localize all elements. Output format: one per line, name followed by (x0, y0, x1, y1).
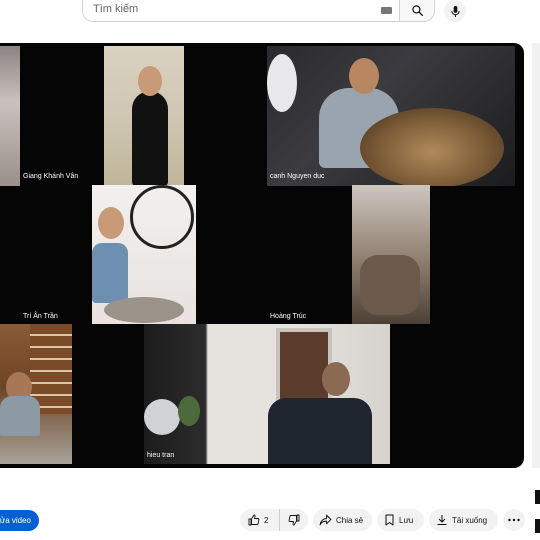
participant-tile (0, 324, 72, 464)
share-label: Chia sẻ (336, 515, 364, 525)
search-placeholder: Tìm kiếm (93, 3, 139, 15)
share-button[interactable]: Chia sẻ (313, 509, 372, 531)
handpan-instrument (360, 108, 504, 186)
participant-name: Giang Khánh Vân (23, 173, 79, 180)
thumbs-down-icon (288, 514, 300, 526)
participant-name: Trí Ân Trần (23, 313, 58, 320)
microphone-icon (450, 5, 460, 17)
participant-tile (267, 46, 515, 186)
participant-video-light (267, 54, 297, 112)
more-actions-button[interactable] (503, 509, 525, 531)
participant-video-body (92, 243, 128, 303)
video-player[interactable]: Giang Khánh Vân canh Nguyen duc Trí Ân T… (0, 43, 524, 468)
bookmark-icon (385, 514, 394, 526)
participant-video-head (322, 362, 350, 396)
fan-object (144, 399, 180, 435)
search-button[interactable] (399, 0, 435, 22)
download-icon (437, 515, 447, 525)
like-dislike-group: 2 (240, 509, 308, 531)
participant-name: hieu tran (147, 452, 175, 459)
participant-video-head (98, 207, 124, 239)
plant (178, 396, 200, 426)
search-input[interactable]: Tìm kiếm (82, 0, 400, 22)
sidebar-edge-element (535, 519, 540, 533)
participant-video-body (0, 396, 40, 436)
youtube-watch-page: Tìm kiếm Giang Khánh Vân canh Nguyen duc (0, 0, 540, 540)
participant-video-body (268, 398, 372, 464)
save-button[interactable]: Lưu (377, 509, 424, 531)
download-label: Tải xuống (452, 515, 488, 525)
participant-video-figure (132, 91, 168, 186)
participant-tile (352, 185, 430, 324)
participant-tile (0, 46, 20, 186)
download-button[interactable]: Tải xuống (429, 509, 498, 531)
participant-name: Hoàng Trúc (270, 313, 307, 320)
thumbs-up-icon (248, 514, 260, 526)
participant-tile (104, 46, 184, 186)
keyboard-icon[interactable] (381, 7, 392, 14)
participant-video-blur (360, 255, 420, 315)
save-label: Lưu (399, 515, 414, 525)
search-icon (411, 5, 423, 17)
participant-name: canh Nguyen duc (270, 173, 325, 180)
share-icon (319, 514, 332, 526)
dislike-button[interactable] (280, 509, 308, 531)
participant-video-head (138, 66, 162, 96)
participant-tile (92, 185, 196, 324)
more-horizontal-icon (508, 518, 520, 522)
participant-tile (144, 324, 390, 464)
voice-search-button[interactable] (444, 0, 466, 22)
edit-video-button[interactable]: ửa video (0, 510, 39, 531)
right-sidebar-edge (532, 43, 540, 468)
participant-video-bowl (104, 297, 184, 323)
wall-art (130, 185, 194, 249)
participant-video-head (349, 58, 379, 94)
like-button[interactable]: 2 (240, 509, 280, 531)
sidebar-edge-element (535, 490, 540, 504)
like-count: 2 (264, 515, 269, 525)
